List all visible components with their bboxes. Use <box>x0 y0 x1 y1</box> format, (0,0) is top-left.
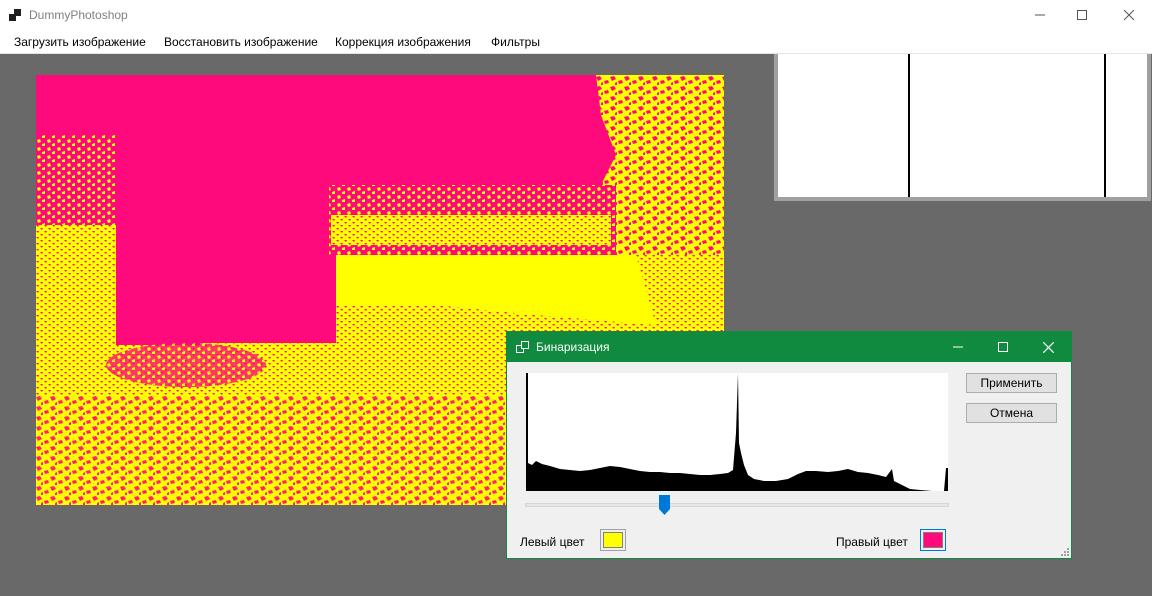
window-icon <box>516 341 529 353</box>
threshold-slider[interactable] <box>525 503 949 507</box>
close-icon <box>1042 341 1054 353</box>
apply-button[interactable]: Применить <box>966 373 1057 393</box>
dialog-titlebar: Бинаризация <box>507 332 1071 362</box>
left-color-picker[interactable] <box>600 529 626 551</box>
right-color-swatch <box>923 532 943 548</box>
right-color-label: Правый цвет <box>836 535 908 549</box>
minimize-icon <box>953 346 963 348</box>
dialog-close-button[interactable] <box>1025 332 1071 362</box>
preview-panel <box>774 54 1151 201</box>
menu-image-correction[interactable]: Коррекция изображения <box>335 35 471 49</box>
main-titlebar: DummyPhotoshop <box>0 0 1155 30</box>
menu-bar: Загрузить изображение Восстановить изобр… <box>0 30 1155 54</box>
resize-grip-icon[interactable] <box>1059 546 1069 556</box>
dialog-maximize-button[interactable] <box>980 332 1026 362</box>
minimize-button[interactable] <box>1017 0 1063 30</box>
menu-filters[interactable]: Фильтры <box>491 35 540 49</box>
dialog-title: Бинаризация <box>536 340 610 354</box>
maximize-button[interactable] <box>1059 0 1105 30</box>
preview-histogram <box>778 54 1147 197</box>
app-icon <box>9 9 21 21</box>
window-title: DummyPhotoshop <box>29 8 128 22</box>
binarization-dialog: Бинаризация Применить Отмена Левый цвет … <box>506 331 1072 559</box>
slider-thumb[interactable] <box>659 495 671 515</box>
right-color-picker[interactable] <box>920 529 946 551</box>
preview-marker <box>908 54 910 197</box>
minimize-icon <box>1035 14 1045 16</box>
preview-marker <box>1104 54 1106 197</box>
dialog-minimize-button[interactable] <box>935 332 981 362</box>
close-button[interactable] <box>1106 0 1152 30</box>
cancel-button[interactable]: Отмена <box>966 403 1057 423</box>
maximize-icon <box>998 342 1008 352</box>
left-color-label: Левый цвет <box>520 535 585 549</box>
histogram-plot <box>528 373 948 491</box>
histogram <box>526 373 948 491</box>
menu-load-image[interactable]: Загрузить изображение <box>14 35 146 49</box>
maximize-icon <box>1077 10 1087 20</box>
left-color-swatch <box>603 532 623 548</box>
menu-restore-image[interactable]: Восстановить изображение <box>164 35 318 49</box>
close-icon <box>1124 10 1134 20</box>
